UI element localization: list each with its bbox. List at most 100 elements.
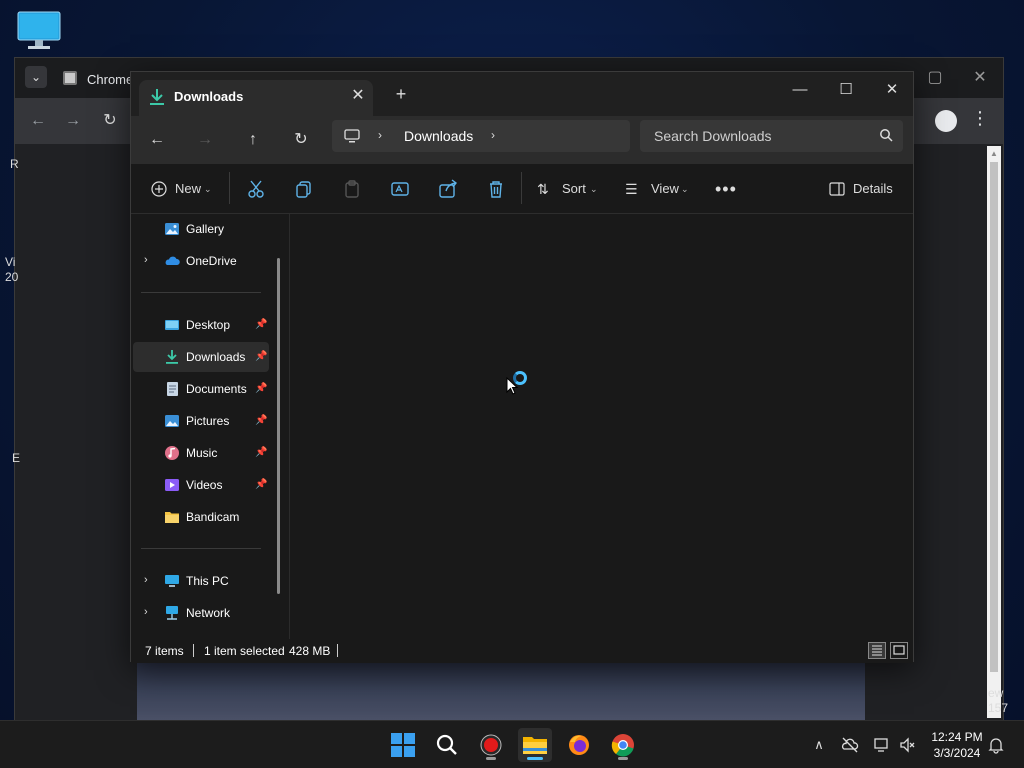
- refresh-button[interactable]: ↻: [289, 128, 313, 152]
- nav-item-gallery[interactable]: Gallery: [133, 214, 269, 244]
- file-explorer-window[interactable]: Downloads ✕ + — ☐ ✕ ← → ↑ ↻ › Downloads …: [130, 71, 914, 663]
- status-bar: 7 items 1 item selected 428 MB: [131, 639, 913, 663]
- running-indicator: [618, 757, 628, 760]
- nav-item-documents[interactable]: Documents 📌: [133, 374, 269, 404]
- taskbar-firefox[interactable]: [562, 728, 596, 762]
- taskbar-file-explorer[interactable]: [518, 728, 552, 762]
- more-options-icon[interactable]: •••: [715, 178, 737, 200]
- running-indicator: [486, 757, 496, 760]
- start-button[interactable]: [386, 728, 420, 762]
- nav-item-label: Network: [186, 606, 231, 620]
- close-button[interactable]: ✕: [869, 76, 915, 104]
- selection-status: 1 item selected: [204, 644, 285, 658]
- chrome-back-button[interactable]: ←: [27, 110, 49, 132]
- explorer-title-bar: Downloads ✕ + — ☐ ✕: [131, 72, 913, 116]
- nav-item-label: Pictures: [186, 414, 230, 428]
- tiles-view-toggle-icon[interactable]: [890, 642, 908, 659]
- clock-time: 12:24 PM: [931, 730, 983, 744]
- documents-icon: [167, 382, 178, 396]
- nav-item-label: Desktop: [186, 318, 231, 332]
- divider: [141, 292, 261, 293]
- details-view-toggle-icon[interactable]: [868, 642, 886, 659]
- nav-item-bandicam[interactable]: Bandicam: [133, 502, 269, 532]
- taskbar: ∧ 12:24 PM 3/3/2024: [0, 720, 1024, 768]
- scroll-up-arrow-icon[interactable]: ▲: [990, 149, 998, 158]
- tab-search-button[interactable]: ⌄: [25, 66, 47, 88]
- chrome-forward-button[interactable]: →: [62, 110, 84, 132]
- command-bar: New ⌄ ⇅ Sort ⌄ ☰ View ⌄ ••• Details: [131, 164, 913, 214]
- chrome-scrollbar[interactable]: ▲: [987, 146, 1001, 718]
- nav-item-videos[interactable]: Videos 📌: [133, 470, 269, 500]
- explorer-tab-downloads[interactable]: Downloads ✕: [139, 80, 373, 116]
- nav-item-onedrive[interactable]: › OneDrive: [133, 246, 269, 276]
- address-box[interactable]: › Downloads ›: [332, 120, 630, 152]
- pin-icon: 📌: [255, 351, 268, 362]
- chevron-right-icon[interactable]: ›: [491, 128, 495, 142]
- nav-item-label: OneDrive: [186, 254, 237, 268]
- breadcrumb-downloads[interactable]: Downloads: [404, 128, 473, 144]
- nav-item-this-pc[interactable]: › This PC: [133, 566, 269, 596]
- gallery-icon: [165, 223, 179, 235]
- rename-icon[interactable]: [389, 178, 411, 200]
- nav-item-label: Downloads: [186, 350, 246, 364]
- show-hidden-icons-chevron-icon[interactable]: ∧: [809, 735, 829, 755]
- taskbar-bandicam[interactable]: [474, 728, 508, 762]
- up-button[interactable]: ↑: [241, 128, 265, 152]
- selection-size: 428 MB: [289, 644, 331, 658]
- chrome-page-text: 157: [988, 701, 1009, 715]
- chrome-menu-icon[interactable]: ⋮: [971, 108, 989, 129]
- pin-icon: 📌: [255, 383, 268, 394]
- taskbar-search-button[interactable]: [430, 728, 464, 762]
- minimize-button[interactable]: —: [777, 76, 823, 104]
- share-icon[interactable]: [437, 178, 459, 200]
- taskbar-chrome[interactable]: [606, 728, 640, 762]
- nav-pane-scrollbar[interactable]: [277, 258, 280, 594]
- explorer-address-bar: ← → ↑ ↻ › Downloads ›: [131, 116, 913, 164]
- chrome-close-button[interactable]: ✕: [965, 64, 995, 92]
- chevron-right-icon[interactable]: ›: [378, 128, 382, 142]
- search-box[interactable]: [640, 120, 903, 152]
- taskbar-clock[interactable]: 12:24 PM 3/3/2024: [926, 729, 988, 761]
- delete-icon[interactable]: [485, 178, 507, 200]
- item-count: 7 items: [145, 644, 184, 658]
- search-input[interactable]: [640, 120, 870, 152]
- nav-item-network[interactable]: › Network: [133, 598, 269, 628]
- notification-bell-icon[interactable]: [986, 735, 1006, 755]
- chrome-maximize-button[interactable]: ▢: [920, 64, 950, 92]
- new-tab-button[interactable]: +: [389, 84, 413, 104]
- chrome-scroll-thumb[interactable]: [990, 162, 998, 672]
- network-status-icon[interactable]: [872, 735, 892, 755]
- divider: [521, 172, 522, 204]
- pin-icon: 📌: [255, 447, 268, 458]
- monitor-icon: [17, 11, 61, 49]
- chrome-profile-avatar[interactable]: [935, 110, 957, 132]
- volume-muted-icon[interactable]: [898, 735, 918, 755]
- back-button[interactable]: ←: [145, 128, 169, 152]
- paste-icon[interactable]: [341, 178, 363, 200]
- this-pc-desktop-icon[interactable]: [16, 10, 62, 52]
- onedrive-icon: [165, 256, 180, 265]
- copy-icon[interactable]: [293, 178, 315, 200]
- cloud-offline-icon[interactable]: [840, 735, 860, 755]
- nav-item-downloads[interactable]: Downloads 📌: [133, 342, 269, 372]
- active-indicator: [527, 757, 543, 760]
- videos-icon: [165, 479, 179, 491]
- chevron-right-icon[interactable]: ›: [144, 606, 148, 618]
- chevron-right-icon[interactable]: ›: [144, 254, 148, 266]
- windows-start-icon: [391, 733, 415, 757]
- chevron-right-icon[interactable]: ›: [144, 574, 148, 586]
- pc-icon: [344, 129, 360, 143]
- tab-close-icon[interactable]: ✕: [349, 86, 367, 106]
- cut-icon[interactable]: [245, 178, 267, 200]
- nav-item-desktop[interactable]: Desktop 📌: [133, 310, 269, 340]
- nav-item-music[interactable]: Music 📌: [133, 438, 269, 468]
- forward-button[interactable]: →: [193, 128, 217, 152]
- chrome-reload-button[interactable]: ↻: [99, 110, 121, 132]
- music-icon: [165, 446, 179, 460]
- details-label: Details: [853, 181, 893, 196]
- maximize-button[interactable]: ☐: [823, 76, 869, 104]
- file-list-area[interactable]: [290, 214, 913, 639]
- pin-icon: 📌: [255, 415, 268, 426]
- network-icon: [166, 606, 178, 620]
- nav-item-pictures[interactable]: Pictures 📌: [133, 406, 269, 436]
